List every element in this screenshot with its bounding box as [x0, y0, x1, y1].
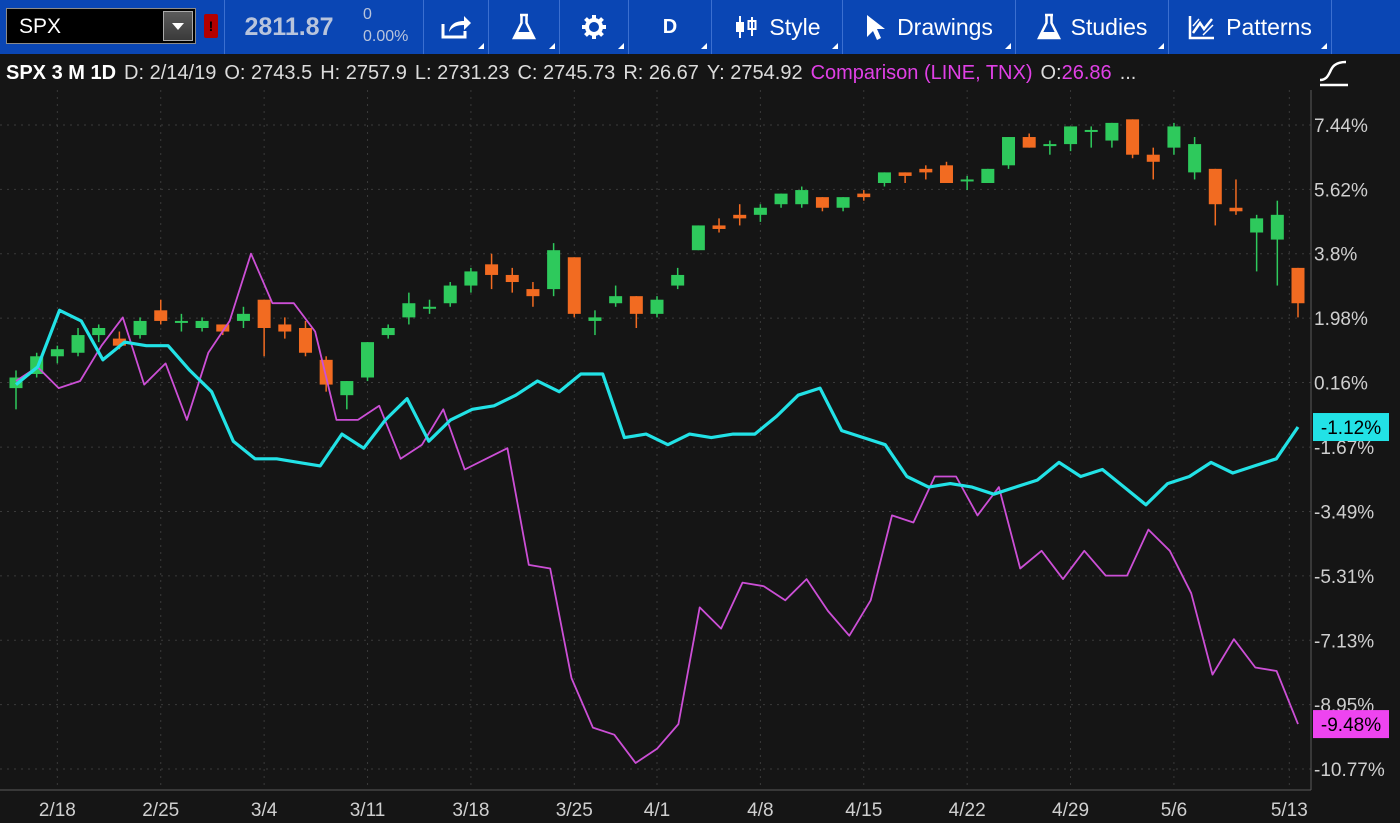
candle-up	[423, 306, 437, 309]
candle-up	[1064, 126, 1078, 145]
candle-down	[567, 257, 581, 314]
candle-up	[795, 190, 809, 205]
candle-up	[1084, 129, 1098, 132]
candle-down	[1208, 168, 1222, 205]
candle-up	[381, 327, 395, 336]
candle-up	[774, 193, 788, 205]
candle-down	[815, 197, 829, 208]
y-tick-label: 1.98%	[1314, 309, 1368, 330]
candle-up	[671, 274, 685, 286]
x-tick-label: 4/8	[747, 800, 773, 821]
candle-down	[919, 168, 933, 173]
candle-up	[71, 335, 85, 353]
price-chart[interactable]: 7.44% 5.62% 3.8% 1.98% 0.16% -1.67% -3.49% -5.3…	[0, 0, 1400, 823]
x-tick-label: 4/22	[949, 800, 986, 821]
candle-up	[836, 197, 850, 208]
candle-up	[1002, 137, 1016, 166]
candle-up	[691, 225, 705, 251]
candle-up	[1167, 126, 1181, 148]
x-tick-label: 4/1	[644, 800, 670, 821]
candle-down	[1229, 207, 1243, 212]
candle-down	[733, 214, 747, 219]
y-tick-label: 5.62%	[1314, 180, 1368, 201]
candle-up	[133, 320, 147, 336]
candle-up	[1188, 144, 1202, 173]
candle-down	[485, 264, 499, 275]
candle-down	[298, 327, 312, 353]
x-tick-label: 5/13	[1271, 800, 1308, 821]
candle-up	[50, 349, 64, 357]
candle-up	[1270, 214, 1284, 240]
candle-down	[898, 172, 912, 176]
candle-down	[712, 225, 726, 229]
candle-down	[505, 274, 519, 283]
candle-up	[92, 327, 106, 336]
y-tick-label: -10.77%	[1314, 760, 1385, 781]
candle-up	[588, 317, 602, 321]
y-tick-label: 7.44%	[1314, 116, 1368, 137]
candle-up	[340, 381, 354, 396]
price-axis[interactable]: 7.44% 5.62% 3.8% 1.98% 0.16% -1.67% -3.49% -5.3…	[1314, 116, 1385, 781]
x-tick-label: 3/11	[350, 800, 386, 821]
candle-down	[278, 324, 292, 332]
x-tick-label: 2/25	[142, 800, 179, 821]
candle-up	[1250, 218, 1264, 233]
x-tick-label: 4/15	[845, 800, 882, 821]
candle-up	[960, 179, 974, 182]
y-tick-label: -5.31%	[1314, 567, 1374, 588]
candle-up	[547, 250, 561, 290]
candle-down	[1126, 119, 1140, 155]
y-tick-label: -3.49%	[1314, 503, 1374, 524]
x-tick-label: 2/18	[39, 800, 76, 821]
y-tick-label: -1.67%	[1314, 438, 1374, 459]
candle-up	[1105, 122, 1119, 141]
time-axis[interactable]: 2/18 2/25 3/4 3/11 3/18 3/25 4/1 4/8 4/15 4/22 4/2…	[39, 800, 1308, 821]
candle-down	[939, 165, 953, 183]
candle-up	[361, 342, 375, 378]
x-tick-label: 3/25	[556, 800, 593, 821]
candle-down	[1146, 154, 1160, 162]
candle-up	[981, 168, 995, 183]
spx-end-label: -1.12%	[1321, 418, 1381, 439]
candle-up	[650, 299, 664, 314]
y-tick-label: 0.16%	[1314, 373, 1368, 394]
candle-up	[443, 285, 457, 304]
candle-up	[174, 320, 188, 323]
candle-down	[257, 299, 271, 328]
y-tick-label: -7.13%	[1314, 631, 1374, 652]
x-tick-label: 3/4	[251, 800, 278, 821]
candle-down	[526, 289, 540, 297]
y-tick-label: 3.8%	[1314, 245, 1357, 266]
candle-up	[753, 207, 767, 215]
candle-down	[1022, 137, 1036, 148]
tnx-end-label: -9.48%	[1321, 715, 1381, 736]
x-tick-label: 5/6	[1161, 800, 1187, 821]
candle-up	[1043, 144, 1057, 147]
candle-up	[195, 320, 209, 328]
candle-down	[1291, 267, 1305, 304]
x-tick-label: 3/18	[452, 800, 489, 821]
candle-up	[236, 313, 250, 321]
candle-up	[464, 271, 478, 286]
x-tick-label: 4/29	[1052, 800, 1089, 821]
candle-up	[609, 296, 623, 304]
candle-down	[857, 193, 871, 198]
candle-up	[877, 172, 891, 183]
candle-down	[629, 296, 643, 314]
candle-down	[154, 310, 168, 321]
candle-up	[402, 303, 416, 318]
